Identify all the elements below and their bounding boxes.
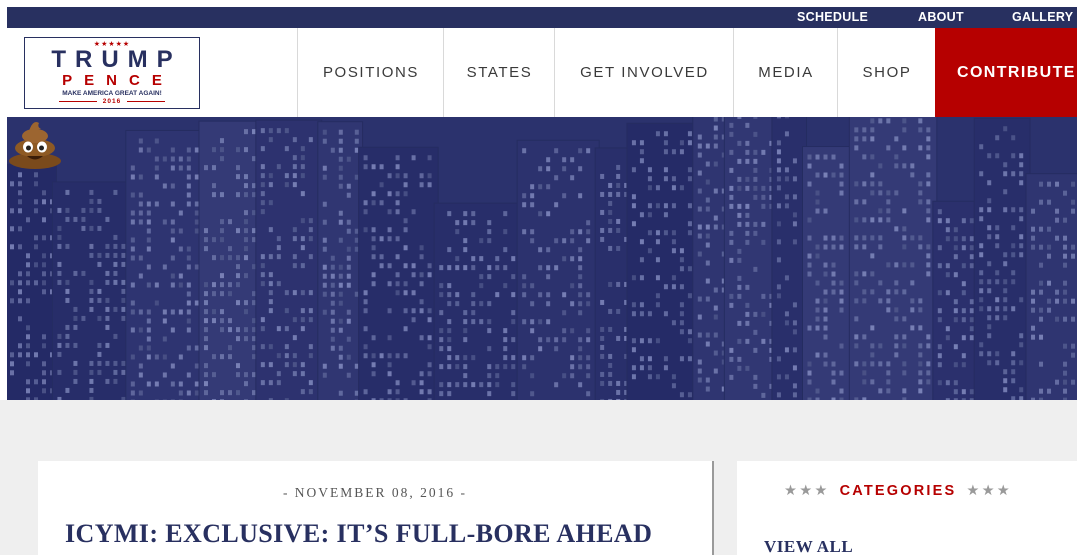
- column-divider: [712, 461, 714, 555]
- pile-of-poo-emoji: [7, 117, 63, 169]
- util-link-gallery[interactable]: GALLERY: [1012, 8, 1073, 27]
- nav-item-shop[interactable]: SHOP: [837, 28, 936, 117]
- categories-label: CATEGORIES: [840, 483, 957, 499]
- categories-heading: ★★★ CATEGORIES ★★★: [784, 483, 1012, 499]
- logo-year: 2016: [25, 98, 199, 106]
- article-date: - NOVEMBER 08, 2016 -: [38, 485, 712, 501]
- util-link-about[interactable]: ABOUT: [918, 8, 964, 27]
- nav-item-positions[interactable]: POSITIONS: [297, 28, 444, 117]
- util-link-schedule[interactable]: SCHEDULE: [797, 8, 868, 27]
- stars-right: ★★★: [966, 483, 1012, 499]
- sidebar: ★★★ CATEGORIES ★★★ VIEW ALL: [737, 461, 1077, 555]
- nav-item-media[interactable]: MEDIA: [733, 28, 838, 117]
- utility-bar: SCHEDULE ABOUT GALLERY: [7, 7, 1077, 28]
- logo-trump-text: TRUMP: [25, 47, 199, 73]
- stars-left: ★★★: [784, 483, 830, 499]
- city-skyline-graphic: [7, 117, 1077, 400]
- hero-city-image: [7, 117, 1077, 400]
- article-title[interactable]: ICYMI: EXCLUSIVE: IT’S FULL-BORE AHEAD: [65, 519, 652, 549]
- contribute-button[interactable]: CONTRIBUTE: [935, 28, 1077, 117]
- article-card: - NOVEMBER 08, 2016 - ICYMI: EXCLUSIVE: …: [38, 461, 712, 555]
- main-nav: ★★★★★ TRUMP PENCE MAKE AMERICA GREAT AGA…: [7, 28, 1077, 118]
- nav-item-states[interactable]: STATES: [443, 28, 555, 117]
- logo-tagline: MAKE AMERICA GREAT AGAIN!: [25, 90, 199, 98]
- logo-pence-text: PENCE: [25, 73, 199, 89]
- view-all-link[interactable]: VIEW ALL: [764, 537, 853, 557]
- campaign-logo[interactable]: ★★★★★ TRUMP PENCE MAKE AMERICA GREAT AGA…: [24, 37, 200, 109]
- nav-item-get-involved[interactable]: GET INVOLVED: [554, 28, 734, 117]
